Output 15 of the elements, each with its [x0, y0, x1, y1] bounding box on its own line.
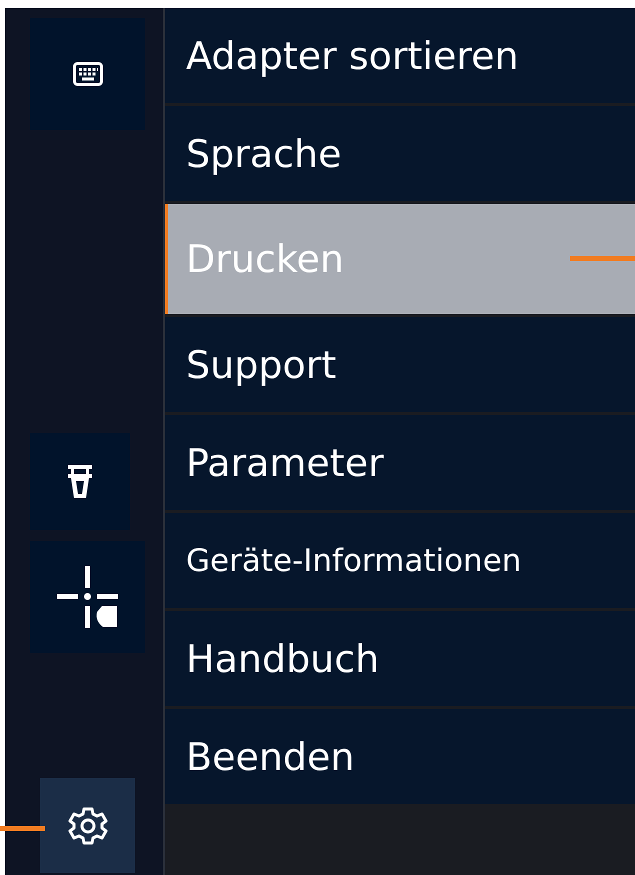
menu-item[interactable]: Parameter — [165, 415, 635, 510]
menu-item[interactable]: Adapter sortieren — [165, 8, 635, 103]
adapter-button[interactable] — [30, 433, 130, 530]
crosshair-icon — [56, 566, 118, 628]
crosshair-button[interactable] — [30, 541, 145, 653]
keyboard-icon — [72, 62, 102, 86]
menu-item[interactable]: Handbuch — [165, 611, 635, 706]
settings-icon — [68, 806, 108, 846]
menu-item[interactable]: Sprache — [165, 106, 635, 201]
menu-item[interactable]: Support — [165, 317, 635, 412]
adapter-icon — [68, 464, 92, 498]
keyboard-button[interactable] — [30, 18, 145, 130]
menu-item[interactable]: Geräte-Informationen — [165, 513, 635, 608]
settings-button[interactable] — [40, 778, 135, 873]
menu-item[interactable]: Beenden — [165, 709, 635, 804]
